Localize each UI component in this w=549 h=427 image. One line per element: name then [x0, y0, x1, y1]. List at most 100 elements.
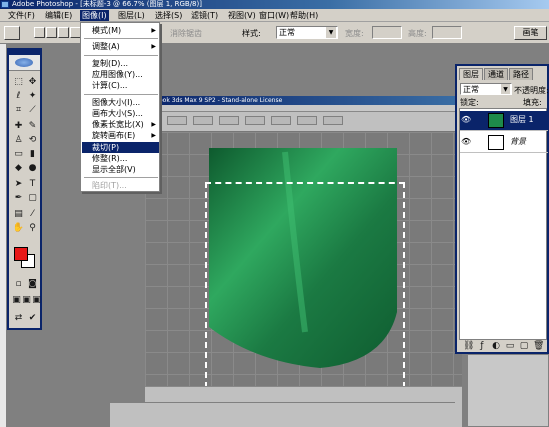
blend-mode-select[interactable]: 正常 ▼ [460, 83, 512, 95]
crop-tool-icon[interactable]: ⌗ [12, 104, 25, 116]
layer-name: 背景 [510, 137, 526, 146]
history-brush-icon[interactable]: ⟲ [26, 134, 39, 146]
eye-icon[interactable]: 👁 [461, 137, 471, 147]
doc-tool-button [245, 116, 265, 125]
tab-paths[interactable]: 路径 [509, 68, 533, 80]
menu-item-adjust[interactable]: 调整(A) ▶ [82, 41, 159, 52]
style-select[interactable]: 正常 ▼ [276, 26, 338, 39]
document-toolbar [145, 112, 462, 132]
layer-list: 👁 图层 1 👁 背景 [459, 108, 548, 340]
menu-item-rotate-canvas[interactable]: 旋转画布(E) ▶ [82, 130, 159, 141]
layer-style-icon[interactable]: ƒ [477, 340, 487, 352]
menu-item-duplicate[interactable]: 复制(D)... [82, 58, 159, 69]
new-group-icon[interactable]: ▭ [505, 340, 515, 352]
menu-view[interactable]: 视图(V) [226, 10, 258, 21]
document-title: ook 3ds Max 9 SP2 - Stand-alone License [159, 97, 283, 104]
dodge-tool-icon[interactable]: ● [26, 162, 39, 174]
chevron-down-icon: ▼ [326, 27, 336, 38]
link-icon[interactable]: ⛓ [463, 340, 474, 352]
menu-item-canvas-size[interactable]: 画布大小(S)... [82, 108, 159, 119]
subtract-selection-button[interactable] [58, 27, 69, 38]
trash-icon[interactable]: 🗑 [533, 340, 544, 352]
status-bar [110, 402, 455, 427]
move-tool-icon[interactable]: ✥ [26, 76, 39, 88]
photoshop-icon [1, 1, 9, 8]
menu-select[interactable]: 选择(S) [153, 10, 184, 21]
zoom-tool-icon[interactable]: ⚲ [26, 222, 39, 234]
layer-row[interactable]: 👁 背景 [460, 133, 548, 153]
opacity-label: 不透明度: [514, 86, 549, 95]
new-layer-icon[interactable]: ▢ [519, 340, 529, 352]
marquee-tool-preset-button[interactable] [4, 26, 20, 40]
style-value: 正常 [279, 28, 295, 37]
submenu-arrow-icon: ▶ [151, 132, 156, 139]
new-selection-button[interactable] [34, 27, 45, 38]
document-menu-strip [145, 105, 462, 112]
title-bar: Adobe Photoshop - [未标题-3 @ 66.7% (图层 1, … [0, 0, 549, 9]
lock-label: 锁定: [460, 98, 479, 107]
mask-icon[interactable]: ◐ [491, 340, 501, 352]
type-tool-icon[interactable]: T [26, 178, 39, 190]
eraser-tool-icon[interactable]: ▭ [12, 148, 25, 160]
document-window[interactable]: ook 3ds Max 9 SP2 - Stand-alone License [145, 96, 462, 427]
shape-tool-icon[interactable]: ▢ [26, 192, 39, 204]
standard-mode-icon[interactable]: ▫ [12, 278, 25, 290]
eye-icon[interactable]: 👁 [461, 115, 471, 125]
menu-layer[interactable]: 图层(L) [116, 10, 147, 21]
layer-row[interactable]: 👁 图层 1 [460, 111, 548, 131]
blend-mode-value: 正常 [463, 85, 479, 94]
style-label: 样式: [242, 29, 261, 38]
add-selection-button[interactable] [46, 27, 57, 38]
vertical-ruler [0, 44, 7, 427]
menu-help[interactable]: 帮助(H) [288, 10, 320, 21]
menu-item-mode[interactable]: 模式(M) ▶ [82, 25, 159, 36]
viewport[interactable] [145, 132, 462, 408]
marquee-tool-icon[interactable]: ⬚ [12, 76, 25, 88]
menu-item-calculations[interactable]: 计算(C)... [82, 80, 159, 91]
menu-separator [84, 55, 158, 56]
blur-tool-icon[interactable]: ◆ [12, 162, 25, 174]
brushes-palette-button[interactable]: 画笔 [514, 26, 547, 40]
path-selection-icon[interactable]: ➤ [12, 178, 25, 190]
menu-item-apply-image[interactable]: 应用图像(Y)... [82, 69, 159, 80]
menu-edit[interactable]: 编辑(E) [43, 10, 74, 21]
healing-brush-icon[interactable]: ✚ [12, 120, 25, 132]
hand-tool-icon[interactable]: ✋ [12, 222, 25, 234]
menu-item-reveal-all[interactable]: 显示全部(V) [82, 164, 159, 175]
doc-tool-button [323, 116, 343, 125]
quick-mask-icon[interactable]: ◙ [26, 278, 39, 290]
gradient-tool-icon[interactable]: ▮ [26, 148, 39, 160]
menu-file[interactable]: 文件(F) [6, 10, 37, 21]
menu-filter[interactable]: 滤镜(T) [189, 10, 220, 21]
brush-tool-icon[interactable]: ✎ [26, 120, 39, 132]
width-field[interactable] [372, 26, 402, 39]
menu-item-crop[interactable]: 裁切(P) [82, 142, 159, 153]
menu-item-trim[interactable]: 修整(R)... [82, 153, 159, 164]
menu-window[interactable]: 窗口(W) [257, 10, 291, 21]
tab-channels[interactable]: 通道 [484, 68, 508, 80]
fill-label: 填充: [523, 98, 542, 107]
screen-mode-full-icon[interactable]: ▣ [30, 294, 43, 306]
image-menu-dropdown: 模式(M) ▶ 调整(A) ▶ 复制(D)... 应用图像(Y)... 计算(C).… [80, 22, 160, 192]
photoshop-feather-logo[interactable] [9, 55, 40, 71]
tab-layers[interactable]: 图层 [459, 68, 483, 80]
imageready-icon[interactable]: ✔ [26, 312, 39, 324]
foreground-color-swatch[interactable] [14, 247, 28, 261]
submenu-arrow-icon: ▶ [151, 43, 156, 50]
slice-tool-icon[interactable]: ⟋ [26, 104, 39, 116]
window-title: Adobe Photoshop - [未标题-3 @ 66.7% (图层 1, … [12, 0, 202, 8]
notes-tool-icon[interactable]: ▤ [12, 208, 25, 220]
menu-item-image-size[interactable]: 图像大小(I)... [82, 97, 159, 108]
document-title-bar: ook 3ds Max 9 SP2 - Stand-alone License [145, 96, 462, 105]
clone-stamp-icon[interactable]: ♙ [12, 134, 25, 146]
height-field[interactable] [432, 26, 462, 39]
menu-bar: 文件(F) 编辑(E) 图像(I) 图层(L) 选择(S) 滤镜(T) 视图(V… [0, 9, 549, 22]
menu-item-pixel-aspect[interactable]: 像素长宽比(X) ▶ [82, 119, 159, 130]
magic-wand-tool-icon[interactable]: ✦ [26, 90, 39, 102]
lasso-tool-icon[interactable]: ℓ [12, 90, 25, 102]
doc-tool-button [219, 116, 239, 125]
menu-image[interactable]: 图像(I) [80, 10, 109, 21]
jump-to-imageready-icon[interactable]: ⇄ [12, 312, 25, 324]
pen-tool-icon[interactable]: ✒ [12, 192, 25, 204]
eyedropper-tool-icon[interactable]: ⁄ [26, 208, 39, 220]
